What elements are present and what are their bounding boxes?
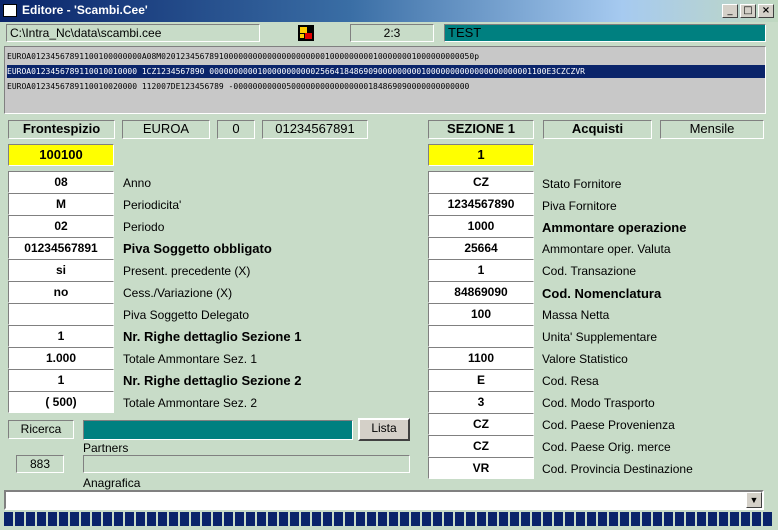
cod-paese-provenienza-label: Cod. Paese Provenienza: [542, 418, 675, 432]
bottom-dropdown[interactable]: ▼: [4, 490, 764, 510]
cess-variazione-label: Cess./Variazione (X): [123, 286, 233, 300]
progressive-field[interactable]: 100100: [8, 144, 114, 166]
cod-paese-origine-label: Cod. Paese Orig. merce: [542, 440, 671, 454]
totale-sez2-input[interactable]: ( 500): [8, 391, 114, 413]
records-list[interactable]: EUROA01234567891100100000000A08M02012345…: [4, 46, 766, 114]
periodo-label: Periodo: [123, 220, 165, 234]
massa-netta-label: Massa Netta: [542, 308, 610, 322]
number-field: 0: [217, 120, 255, 139]
present-precedente-input[interactable]: si: [8, 259, 114, 281]
anno-label: Anno: [123, 176, 152, 190]
ammontare-operazione-input[interactable]: 1000: [428, 215, 534, 237]
file-path: C:\Intra_Nc\data\scambi.cee: [6, 24, 260, 42]
periodicita-input[interactable]: M: [8, 193, 114, 215]
close-button[interactable]: ×: [758, 4, 774, 18]
cod-modo-trasporto-input[interactable]: 3: [428, 391, 534, 413]
stato-fornitore-label: Stato Fornitore: [542, 177, 622, 191]
section-header: SEZIONE 1: [428, 120, 534, 139]
cod-nomenclatura-label: Cod. Nomenclatura: [542, 286, 662, 301]
piva-obbligato-input[interactable]: 01234567891: [8, 237, 114, 259]
righe-sez1-input[interactable]: 1: [8, 325, 114, 347]
unita-supplementare-input[interactable]: [428, 325, 534, 347]
valore-statistico-input[interactable]: 1100: [428, 347, 534, 369]
lista-button[interactable]: Lista: [358, 418, 410, 441]
piva-field: 01234567891: [262, 120, 368, 139]
progress-bar: [4, 512, 774, 526]
mode-indicator: TEST: [444, 24, 766, 42]
periodo-input[interactable]: 02: [8, 215, 114, 237]
ricerca-label: Ricerca: [8, 420, 74, 439]
cod-resa-label: Cod. Resa: [542, 374, 599, 388]
page-indicator: 2:3: [350, 24, 434, 42]
record-row[interactable]: EUROA0123456789110010020000 112007DE1234…: [7, 80, 765, 93]
massa-netta-input[interactable]: 100: [428, 303, 534, 325]
cod-provincia-destinazione-input[interactable]: VR: [428, 457, 534, 479]
ammontare-operazione-label: Ammontare operazione: [542, 220, 687, 235]
record-count: 883: [16, 455, 64, 473]
totale-sez2-label: Totale Ammontare Sez. 2: [123, 396, 258, 410]
record-row[interactable]: EUROA01234567891100100000000A08M02012345…: [7, 50, 765, 63]
line-number-field[interactable]: 1: [428, 144, 534, 166]
cod-modo-trasporto-label: Cod. Modo Trasporto: [542, 396, 655, 410]
app-icon: [3, 4, 17, 17]
righe-sez2-label: Nr. Righe dettaglio Sezione 2: [123, 373, 302, 388]
cod-paese-origine-input[interactable]: CZ: [428, 435, 534, 457]
ammontare-valuta-label: Ammontare oper. Valuta: [542, 242, 671, 256]
cod-transazione-label: Cod. Transazione: [542, 264, 637, 278]
maximize-button[interactable]: □: [740, 4, 756, 18]
record-row-selected[interactable]: EUROA0123456789110010010000 1CZ123456789…: [7, 65, 765, 78]
ammontare-valuta-input[interactable]: 25664: [428, 237, 534, 259]
type-field: Acquisti: [543, 120, 652, 139]
periodicity-field: Mensile: [660, 120, 764, 139]
partners-field: [83, 455, 410, 473]
partners-label: Partners: [83, 441, 129, 455]
anagrafica-label: Anagrafica: [83, 476, 141, 490]
code-field: EUROA: [122, 120, 210, 139]
piva-fornitore-label: Piva Fornitore: [542, 199, 617, 213]
minimize-button[interactable]: _: [722, 4, 738, 18]
righe-sez1-label: Nr. Righe dettaglio Sezione 1: [123, 329, 302, 344]
chevron-down-icon[interactable]: ▼: [746, 492, 762, 508]
cod-provincia-destinazione-label: Cod. Provincia Destinazione: [542, 462, 693, 476]
cod-nomenclatura-input[interactable]: 84869090: [428, 281, 534, 303]
cod-transazione-input[interactable]: 1: [428, 259, 534, 281]
cod-resa-input[interactable]: E: [428, 369, 534, 391]
frontespizio-header: Frontespizio: [8, 120, 115, 139]
piva-obbligato-label: Piva Soggetto obbligato: [123, 241, 272, 256]
cod-paese-provenienza-input[interactable]: CZ: [428, 413, 534, 435]
stato-fornitore-input[interactable]: CZ: [428, 171, 534, 193]
cess-variazione-input[interactable]: no: [8, 281, 114, 303]
valore-statistico-label: Valore Statistico: [542, 352, 628, 366]
window-title: Editore - 'Scambi.Cee': [22, 3, 148, 17]
title-bar[interactable]: Editore - 'Scambi.Cee' _ □ ×: [0, 0, 778, 22]
periodicita-label: Periodicita': [123, 198, 182, 212]
present-precedente-label: Present. precedente (X): [123, 264, 251, 278]
flag-icon[interactable]: [298, 25, 314, 41]
anno-input[interactable]: 08: [8, 171, 114, 193]
piva-fornitore-input[interactable]: 1234567890: [428, 193, 534, 215]
piva-delegato-label: Piva Soggetto Delegato: [123, 308, 250, 322]
totale-sez1-label: Totale Ammontare Sez. 1: [123, 352, 258, 366]
piva-delegato-input[interactable]: [8, 303, 114, 325]
totale-sez1-input[interactable]: 1.000: [8, 347, 114, 369]
search-input[interactable]: [83, 420, 353, 440]
righe-sez2-input[interactable]: 1: [8, 369, 114, 391]
unita-supplementare-label: Unita' Supplementare: [542, 330, 658, 344]
